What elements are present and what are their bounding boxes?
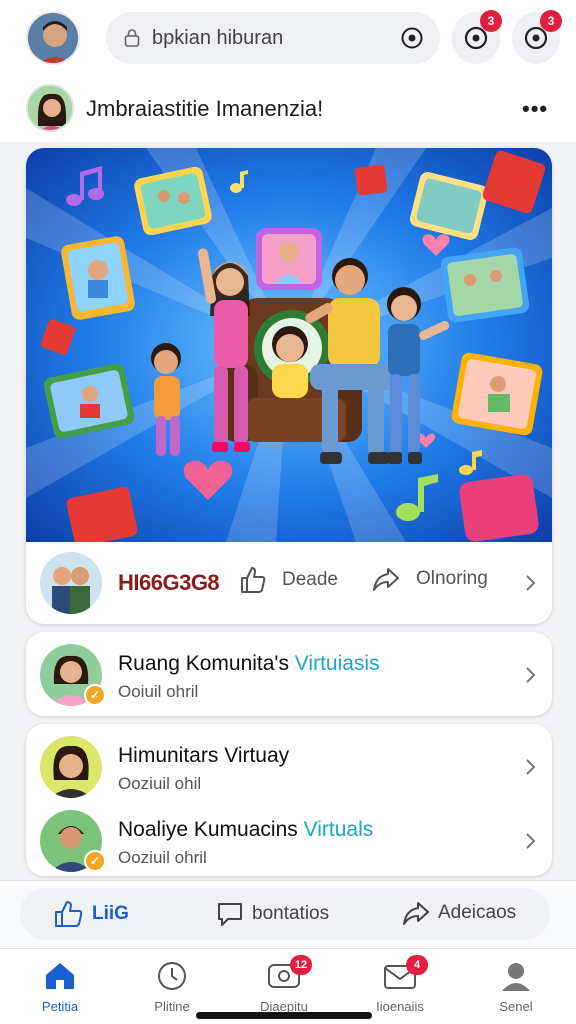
photo-tile-icon <box>61 236 135 320</box>
home-indicator <box>196 1012 372 1019</box>
list-item-title: Ruang Komunita's Virtuiasis <box>118 652 380 675</box>
community-card[interactable]: ✓ Ruang Komunita's Virtuiasis Ooiuil ohr… <box>26 632 552 716</box>
avatar-portrait-icon <box>40 736 102 798</box>
reaction-bar: LiiG bontatios Adeicaos <box>0 880 576 948</box>
nav-label: Petitia <box>41 999 79 1014</box>
more-options-button[interactable]: ••• <box>522 96 548 122</box>
post-header: Jmbraiastitie Imanenzia! ••• <box>0 80 576 142</box>
list-item[interactable]: ✓ Noaliye Kumuacins Virtuals Ooziuil ohr… <box>26 802 552 878</box>
nav-label: Senel <box>499 999 533 1014</box>
nav-badge: 4 <box>406 955 428 975</box>
share-label: Olnoring <box>416 568 488 589</box>
like-label: Deade <box>282 569 338 590</box>
list-item[interactable]: ✓ Ruang Komunita's Virtuiasis Ooiuil ohr… <box>26 636 552 712</box>
share-icon <box>373 568 399 591</box>
comment-icon <box>218 903 242 926</box>
list-item-title: Noaliye Kumuacins Virtuals <box>118 818 374 841</box>
share-reaction-button[interactable]: Adeicaos <box>402 900 516 926</box>
post-title: Jmbraiastitie Imanenzia! <box>86 96 324 121</box>
nav-label: Iioenaiis <box>376 999 424 1014</box>
nav-item-profile[interactable]: Senel <box>468 961 564 1014</box>
nav-item-watch[interactable]: Plitine <box>124 961 220 1014</box>
post-author-avatar[interactable] <box>26 84 74 132</box>
reaction-pill: LiiG bontatios Adeicaos <box>20 888 550 940</box>
nav-label: Plitine <box>154 999 190 1014</box>
list-item-subtitle: Ooiuil ohril <box>118 682 199 701</box>
share-icon <box>403 902 429 925</box>
top-bar: bpkian hiburan 3 3 <box>0 0 576 80</box>
nav-badge: 12 <box>290 955 312 975</box>
share-button[interactable]: Olnoring <box>372 566 488 592</box>
chevron-right-icon[interactable] <box>524 574 536 592</box>
comment-button[interactable]: bontatios <box>216 900 329 928</box>
group-avatar[interactable] <box>40 552 102 614</box>
thumbs-up-icon <box>55 901 83 927</box>
nav-item-home[interactable]: Petitia <box>12 961 108 1014</box>
notification-badge: 3 <box>480 10 502 32</box>
thumbs-up-icon <box>241 567 266 593</box>
notifications-button[interactable]: 3 <box>452 10 502 64</box>
lock-icon <box>124 29 140 47</box>
list-item[interactable]: Himunitars Virtuay Ooziuil ohil <box>26 728 552 804</box>
community-list-card: Himunitars Virtuay Ooziuil ohil ✓ Noaliy… <box>26 724 552 876</box>
like-reaction-button[interactable]: LiiG <box>54 900 129 928</box>
hero-illustration <box>26 148 552 542</box>
list-item-subtitle: Ooziuil ohil <box>118 774 202 793</box>
list-item-subtitle: Ooziuil ohril <box>118 848 207 867</box>
messages-badge: 3 <box>540 10 562 32</box>
post-action-row: HI66G3G8 Deade Olnoring <box>26 542 552 624</box>
chevron-right-icon[interactable] <box>524 666 536 684</box>
search-text[interactable]: bpkian hiburan <box>152 27 283 50</box>
comment-label: bontatios <box>252 903 330 924</box>
verified-badge-icon: ✓ <box>84 850 106 872</box>
home-icon <box>46 963 74 989</box>
nav-item-messages[interactable]: 4 Iioenaiis <box>352 955 448 1014</box>
search-bar[interactable]: bpkian hiburan <box>106 12 440 64</box>
record-icon[interactable] <box>400 26 424 50</box>
avatar-portrait-icon <box>28 13 78 63</box>
community-avatar <box>40 736 102 798</box>
group-portrait-icon <box>40 552 102 614</box>
like-reaction-label: LiiG <box>92 903 129 924</box>
nav-item-inbox[interactable]: 12 Diaepitu <box>236 955 332 1014</box>
share-reaction-label: Adeicaos <box>438 902 517 923</box>
chevron-right-icon[interactable] <box>524 758 536 776</box>
chevron-right-icon[interactable] <box>524 832 536 850</box>
like-button[interactable]: Deade <box>240 566 338 594</box>
featured-post-card[interactable]: HI66G3G8 Deade Olnoring <box>26 148 552 624</box>
list-item-title: Himunitars Virtuay <box>118 744 290 767</box>
brand-label: HI66G3G8 <box>118 570 220 595</box>
clock-icon <box>158 962 186 990</box>
verified-badge-icon: ✓ <box>84 684 106 706</box>
messages-button[interactable]: 3 <box>512 10 562 64</box>
profile-avatar[interactable] <box>26 11 80 65</box>
author-portrait-icon <box>28 86 72 130</box>
profile-icon <box>502 963 530 991</box>
